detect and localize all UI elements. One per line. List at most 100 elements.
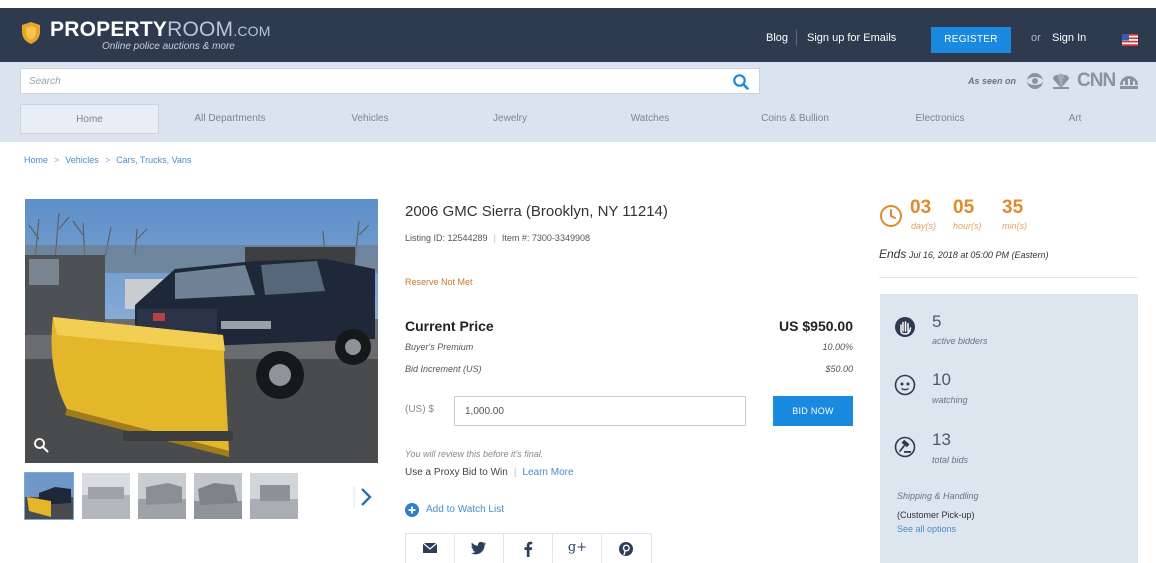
cbs-logo-icon: [1027, 73, 1043, 89]
breadcrumb-home[interactable]: Home: [24, 155, 48, 165]
bid-amount-input[interactable]: [454, 396, 746, 426]
item-title: 2006 GMC Sierra (Brooklyn, NY 11214): [405, 203, 668, 220]
countdown-days-label: day(s): [911, 221, 937, 231]
active-bidders-count: 5: [932, 312, 942, 331]
thumbnail-image: [25, 473, 73, 519]
nbc-peacock-logo-icon: [1052, 73, 1070, 89]
police-badge-icon: [22, 22, 40, 44]
thumbnail-5[interactable]: [250, 473, 298, 519]
site-logo[interactable]: PROPERTYROOM.COM Online police auctions …: [20, 17, 270, 57]
total-bids-count: 13: [932, 430, 951, 449]
divider: [879, 277, 1138, 278]
email-icon: [422, 542, 438, 553]
fox-logo-icon: [1120, 76, 1138, 89]
thumbnail-1[interactable]: [24, 472, 74, 520]
thumbnail-3[interactable]: [138, 473, 186, 519]
listing-id: Listing ID: 12544289: [405, 233, 488, 243]
countdown-hours: 05: [953, 197, 975, 218]
see-all-options-link[interactable]: See all options: [897, 524, 956, 534]
logo-wordmark: PROPERTYROOM.COM: [50, 18, 271, 41]
us-flag-icon[interactable]: [1122, 34, 1138, 46]
share-email-button[interactable]: [406, 534, 455, 563]
gavel-icon: [894, 436, 916, 458]
share-twitter-button[interactable]: [455, 534, 504, 563]
countdown-minutes: 35: [1002, 197, 1024, 218]
bid-increment-label: Bid Increment (US): [405, 364, 482, 374]
reserve-status: Reserve Not Met: [405, 277, 473, 287]
watching-label: watching: [932, 395, 968, 405]
auction-stats-panel: 5 active bidders 10 watching 13 total bi…: [880, 294, 1138, 563]
nav-watches[interactable]: Watches: [600, 104, 700, 134]
active-bidders-label: active bidders: [932, 336, 988, 346]
watching-count: 10: [932, 370, 951, 389]
facebook-icon: [524, 541, 533, 557]
plus-circle-icon: [405, 503, 419, 517]
twitter-icon: [471, 541, 486, 555]
cnn-logo: CNN: [1077, 70, 1116, 91]
chevron-right-icon[interactable]: [353, 484, 377, 510]
nav-coins-bullion[interactable]: Coins & Bullion: [740, 104, 850, 134]
total-bids-label: total bids: [932, 455, 969, 465]
category-nav: Home All Departments Vehicles Jewelry Wa…: [20, 104, 1138, 134]
watch-list-label: Add to Watch List: [426, 504, 504, 515]
breadcrumb-separator: >: [104, 155, 111, 165]
thumbnail-image: [82, 473, 130, 519]
nav-home[interactable]: Home: [20, 104, 159, 134]
thumbnail-2[interactable]: [82, 473, 130, 519]
search-input[interactable]: [21, 69, 721, 93]
buyers-premium-label: Buyer's Premium: [405, 342, 474, 352]
breadcrumb-vehicles[interactable]: Vehicles: [65, 155, 99, 165]
ends-datetime: Jul 16, 2018 at 05:00 PM (Eastern): [908, 250, 1049, 260]
shipping-method: (Customer Pick-up): [897, 510, 975, 520]
share-google-plus-button[interactable]: g+: [553, 534, 602, 563]
thumbnail-image: [250, 473, 298, 519]
nav-vehicles[interactable]: Vehicles: [320, 104, 420, 134]
raised-hand-icon: [895, 317, 915, 337]
current-price-value: US $950.00: [779, 318, 853, 334]
nav-electronics[interactable]: Electronics: [890, 104, 990, 134]
logo-tagline: Online police auctions & more: [102, 41, 235, 52]
sign-in-link[interactable]: Sign In: [1052, 32, 1086, 44]
as-seen-on-label: As seen on: [968, 76, 1017, 86]
review-note: You will review this before it's final.: [405, 449, 544, 459]
register-button[interactable]: REGISTER: [931, 27, 1011, 53]
or-text: or: [1031, 32, 1041, 44]
item-number: Item #: 7300-3349908: [501, 233, 590, 243]
breadcrumb-cars-trucks-vans[interactable]: Cars, Trucks, Vans: [116, 155, 191, 165]
share-buttons: g+: [405, 533, 652, 563]
nav-art[interactable]: Art: [1030, 104, 1120, 134]
search-nav-band: As seen on CNN Home All Departments Vehi…: [0, 62, 1156, 142]
countdown-days: 03: [910, 197, 932, 218]
share-pinterest-button[interactable]: [602, 534, 651, 563]
breadcrumb: Home > Vehicles > Cars, Trucks, Vans: [24, 155, 191, 165]
share-facebook-button[interactable]: [504, 534, 553, 563]
top-header: PROPERTYROOM.COM Online police auctions …: [0, 8, 1156, 62]
watching-eyes-icon: [894, 374, 916, 396]
search-bar: [20, 68, 760, 94]
thumbnail-image: [194, 473, 242, 519]
main-vehicle-photo[interactable]: [25, 199, 378, 463]
nav-jewelry[interactable]: Jewelry: [460, 104, 560, 134]
thumbnail-image: [138, 473, 186, 519]
buyers-premium-value: 10.00%: [822, 342, 853, 352]
currency-prefix: (US) $: [405, 404, 434, 415]
google-plus-icon: g+: [567, 540, 588, 555]
blog-link[interactable]: Blog: [766, 32, 788, 44]
proxy-bid-text: Use a Proxy Bid to Win: [405, 467, 508, 478]
header-divider: [796, 30, 797, 46]
bid-increment-value: $50.00: [825, 364, 853, 374]
thumbnail-4[interactable]: [194, 473, 242, 519]
learn-more-link[interactable]: Learn More: [522, 467, 573, 478]
truck-with-plow-image: [25, 199, 378, 463]
countdown-hours-label: hour(s): [953, 221, 982, 231]
search-icon[interactable]: [732, 73, 750, 91]
pinterest-icon: [619, 542, 633, 556]
breadcrumb-separator: >: [54, 155, 60, 165]
bid-now-button[interactable]: BID NOW: [773, 396, 853, 426]
sign-up-emails-link[interactable]: Sign up for Emails: [807, 32, 896, 44]
nav-all-departments[interactable]: All Departments: [165, 104, 295, 134]
zoom-icon[interactable]: [33, 437, 49, 453]
proxy-bid-line: Use a Proxy Bid to Win | Learn More: [405, 467, 574, 478]
clock-icon: [880, 205, 902, 227]
current-price-label: Current Price: [405, 318, 494, 334]
